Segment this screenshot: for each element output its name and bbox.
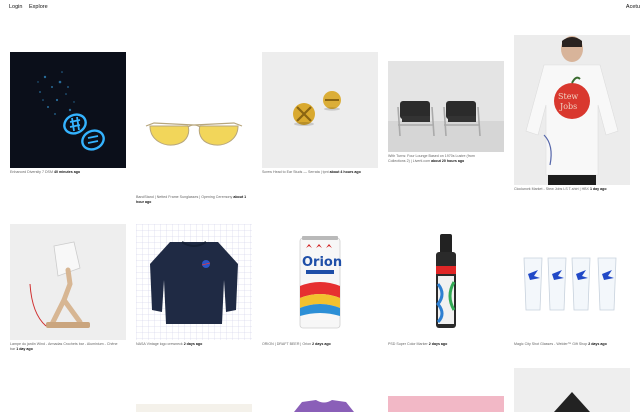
item-title[interactable]: Clockwork Market - Stew Jobs LS T-shirt …: [514, 187, 589, 191]
item-title[interactable]: Screw Head to Ear Studs — Serrata | tpnt: [262, 170, 329, 174]
shot-glasses-image[interactable]: [514, 224, 630, 340]
image-grid: Enhanced Diversity 7 DSM 40 minutes ago …: [0, 0, 640, 412]
grid-item-partial[interactable]: [514, 368, 630, 412]
lounge-chairs-image[interactable]: [388, 61, 504, 152]
item-caption: Screw Head to Ear Studs — Serrata | tpnt…: [262, 170, 378, 175]
apple-shirt-image[interactable]: Stew Jobs: [514, 35, 630, 185]
grid-item-partial[interactable]: [288, 400, 360, 412]
item-title[interactable]: PSD Super Color Marker: [388, 342, 428, 346]
item-title[interactable]: Magic City Shot Glasses - Welder™ Gift S…: [514, 342, 587, 346]
item-caption: BandStand | Netted Frame Sunglasses | Op…: [136, 195, 252, 204]
item-caption: ORION | DRAFT BEER | Orion 2 days ago: [262, 342, 378, 347]
item-timestamp: 2 days ago: [312, 342, 331, 346]
sunglasses-image[interactable]: [136, 76, 252, 192]
item-caption: NASA Vintage logo crewneck 2 days ago: [136, 342, 252, 347]
item-caption: Magic City Shot Glasses - Welder™ Gift S…: [514, 342, 630, 347]
item-timestamp: 1 day ago: [16, 346, 33, 351]
beer-can-image[interactable]: Orion: [262, 224, 378, 340]
crypto-coins-image[interactable]: [10, 52, 126, 168]
item-timestamp: 2 days ago: [428, 342, 448, 346]
marker-bottle-image[interactable]: [388, 224, 504, 340]
item-title[interactable]: NASA Vintage logo crewneck: [136, 342, 183, 346]
item-timestamp: about 4 hours ago: [329, 170, 361, 174]
svg-text:Orion: Orion: [302, 255, 342, 270]
item-caption: With Turns: Four Lounge Based on 1970s L…: [388, 154, 492, 163]
dark-object-image: [554, 392, 590, 412]
item-timestamp: 40 minutes ago: [53, 170, 81, 174]
svg-text:Stew: Stew: [558, 92, 578, 101]
item-caption: Enhanced Diversity 7 DSM 40 minutes ago: [10, 170, 126, 175]
screw-earrings-image[interactable]: [262, 52, 378, 168]
grid-item-partial[interactable]: [388, 396, 504, 412]
item-title[interactable]: ORION | DRAFT BEER | Orion: [262, 342, 311, 346]
item-timestamp: 2 days ago: [588, 342, 607, 346]
navy-sweater-image[interactable]: [136, 224, 252, 340]
item-caption: Clockwork Market - Stew Jobs LS T-shirt …: [514, 187, 630, 192]
item-title[interactable]: Enhanced Diversity 7 DSM: [10, 170, 53, 174]
grid-item-partial[interactable]: [136, 404, 252, 412]
svg-text:Jobs: Jobs: [559, 102, 577, 111]
item-timestamp: 1 day ago: [589, 187, 607, 191]
item-timestamp: 2 days ago: [183, 342, 203, 346]
item-title[interactable]: BandStand | Netted Frame Sunglasses | Op…: [136, 195, 232, 199]
wooden-lamp-image[interactable]: [10, 224, 126, 340]
item-caption: PSD Super Color Marker 2 days ago: [388, 342, 504, 347]
tshirt-image: [294, 400, 354, 412]
item-caption: Lampe du jardin Wind - Armadas Crochets …: [10, 342, 120, 351]
item-timestamp: about 20 hours ago: [431, 158, 465, 163]
